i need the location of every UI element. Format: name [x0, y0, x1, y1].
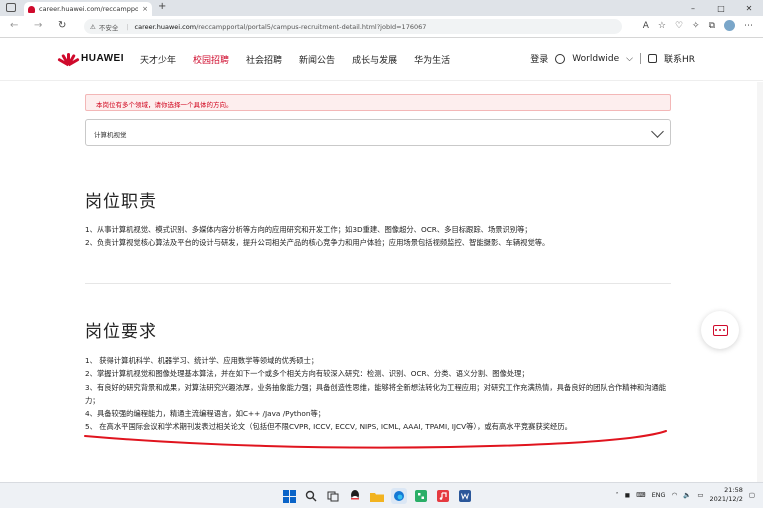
- music-icon[interactable]: [435, 488, 451, 504]
- system-tray: ˄ ◼ ⌨ ENG ◠ 🔈 ▭ 21:58 2021/12/2 ▢: [616, 486, 755, 504]
- word-icon[interactable]: [457, 488, 473, 504]
- windows-start-icon[interactable]: [281, 488, 297, 504]
- qq-icon[interactable]: [347, 488, 363, 504]
- clock-time: 21:58: [724, 486, 743, 494]
- red-underline-annotation: [84, 430, 667, 449]
- language-indicator[interactable]: ENG: [652, 491, 666, 499]
- volume-icon[interactable]: 🔈: [683, 491, 691, 499]
- chat-icon: [712, 324, 728, 336]
- edge-icon[interactable]: [391, 488, 407, 504]
- clock-date: 2021/12/2: [709, 495, 743, 503]
- system-clock[interactable]: 21:58 2021/12/2: [710, 486, 743, 504]
- app-tray-icon[interactable]: ◼: [625, 491, 630, 499]
- page-scrollbar[interactable]: [757, 82, 763, 482]
- wifi-icon[interactable]: ◠: [672, 491, 678, 499]
- taskbar-apps: [281, 488, 473, 504]
- chat-button[interactable]: [701, 311, 739, 349]
- search-icon[interactable]: [303, 488, 319, 504]
- task-view-icon[interactable]: [325, 488, 341, 504]
- folder-icon[interactable]: [369, 488, 385, 504]
- notifications-icon[interactable]: ▢: [749, 491, 755, 499]
- chevron-up-icon[interactable]: ˄: [616, 491, 619, 499]
- wechat-icon[interactable]: [413, 488, 429, 504]
- windows-taskbar: ˄ ◼ ⌨ ENG ◠ 🔈 ▭ 21:58 2021/12/2 ▢: [0, 482, 763, 508]
- input-method-icon[interactable]: ⌨: [636, 491, 645, 499]
- battery-icon[interactable]: ▭: [697, 491, 703, 499]
